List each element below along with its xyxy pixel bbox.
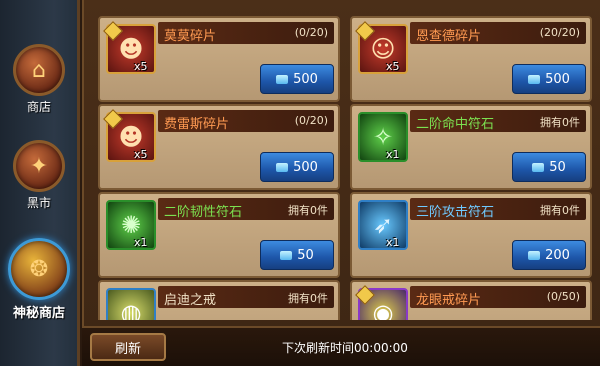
item-owned-count: 拥有0件 (288, 292, 328, 305)
refresh-timer: 下次刷新时间00:00:00 (282, 341, 408, 355)
item-quantity: x5 (134, 60, 148, 73)
shop-panel: ☻ . x5 莫莫碎片 (0/20) . 500 ☺ . x5 恩查德碎片 (2… (82, 0, 600, 366)
item-owned-count: 拥有0件 (288, 204, 328, 217)
item-owned-count: 拥有0件 (540, 116, 580, 129)
item-title-bar: 恩查德碎片 (20/20) (410, 22, 586, 44)
item-card: ✺ x1 二阶韧性符石 拥有0件 . 50 (98, 192, 340, 278)
item-owned-count: 拥有0件 (540, 204, 580, 217)
shop-footer: 刷新 下次刷新时间00:00:00 (82, 326, 600, 366)
diamond-icon: . (528, 74, 541, 84)
item-name: 龙眼戒碎片 (416, 293, 482, 308)
item-title-bar: 启迪之戒 拥有0件 (158, 286, 334, 308)
item-title-bar: 二阶命中符石 拥有0件 (410, 110, 586, 132)
price-value: 500 (293, 159, 318, 175)
item-name: 启迪之戒 (164, 293, 217, 308)
item-owned-count: (0/20) (294, 114, 328, 127)
item-owned-count: (0/20) (294, 26, 328, 39)
item-card: ☻ . x5 费雷斯碎片 (0/20) . 500 (98, 104, 340, 190)
diamond-icon: . (528, 250, 541, 260)
black-market-icon: ✦ (13, 140, 65, 192)
item-owned-count: (20/20) (539, 26, 580, 39)
diamond-icon: . (532, 162, 545, 172)
item-quantity: x5 (386, 60, 400, 73)
rune-icon[interactable]: ✺ (106, 200, 156, 250)
rune-icon[interactable]: ✧ (358, 112, 408, 162)
item-title-bar: 费雷斯碎片 (0/20) (158, 110, 334, 132)
item-name: 恩查德碎片 (416, 29, 482, 44)
refresh-button[interactable]: 刷新 (90, 333, 166, 361)
item-card: ✧ x1 二阶命中符石 拥有0件 . 50 (350, 104, 592, 190)
price-value: 200 (545, 247, 570, 263)
item-quantity: x1 (386, 236, 400, 249)
item-name: 费雷斯碎片 (164, 117, 230, 132)
item-quantity: x1 (134, 236, 148, 249)
item-name: 莫莫碎片 (164, 29, 217, 44)
item-card: ◉ . 龙眼戒碎片 (0/50) . (350, 280, 592, 320)
item-name: 二阶命中符石 (416, 117, 495, 132)
sidebar-item-black-market[interactable]: ✦ 黑市 (0, 140, 78, 211)
mystery-shop-icon: ❂ (8, 238, 70, 300)
shop-icon: ⌂ (13, 44, 65, 96)
sidebar-item-label: 商店 (26, 100, 51, 114)
item-title-bar: 三阶攻击符石 拥有0件 (410, 198, 586, 220)
item-name: 三阶攻击符石 (416, 205, 495, 220)
buy-button[interactable]: . 200 (512, 240, 586, 270)
item-card: ☻ . x5 莫莫碎片 (0/20) . 500 (98, 16, 340, 102)
price-value: 50 (297, 247, 314, 263)
sidebar-item-label: 黑市 (26, 196, 51, 210)
item-title-bar: 二阶韧性符石 拥有0件 (158, 198, 334, 220)
diamond-icon: . (280, 250, 293, 260)
item-card: ☺ . x5 恩查德碎片 (20/20) . 500 (350, 16, 592, 102)
item-title-bar: 莫莫碎片 (0/20) (158, 22, 334, 44)
diamond-icon: . (276, 74, 289, 84)
buy-button[interactable]: . 50 (260, 240, 334, 270)
sidebar-item-mystery-shop[interactable]: ❂ 神秘商店 (0, 238, 78, 321)
rune-icon[interactable]: ➶ (358, 200, 408, 250)
item-quantity: x5 (134, 148, 148, 161)
item-card: ◍ 启迪之戒 拥有0件 . (98, 280, 340, 320)
ring-icon[interactable]: ◍ (106, 288, 156, 320)
item-name: 二阶韧性符石 (164, 205, 243, 220)
shop-sidebar: ⌂ 商店 ✦ 黑市 ❂ 神秘商店 (0, 0, 80, 366)
diamond-icon: . (276, 162, 289, 172)
item-owned-count: (0/50) (546, 290, 580, 303)
item-grid[interactable]: ☻ . x5 莫莫碎片 (0/20) . 500 ☺ . x5 恩查德碎片 (2… (88, 8, 598, 320)
buy-button[interactable]: . 500 (260, 152, 334, 182)
item-card: ➶ x1 三阶攻击符石 拥有0件 . 200 (350, 192, 592, 278)
buy-button[interactable]: . 500 (512, 64, 586, 94)
refresh-button-label: 刷新 (114, 341, 141, 357)
sidebar-item-shop[interactable]: ⌂ 商店 (0, 44, 78, 115)
price-value: 500 (293, 71, 318, 87)
price-value: 50 (549, 159, 566, 175)
buy-button[interactable]: . 500 (260, 64, 334, 94)
price-value: 500 (545, 71, 570, 87)
item-quantity: x1 (386, 148, 400, 161)
sidebar-item-label: 神秘商店 (12, 306, 65, 321)
buy-button[interactable]: . 50 (512, 152, 586, 182)
item-title-bar: 龙眼戒碎片 (0/50) (410, 286, 586, 308)
